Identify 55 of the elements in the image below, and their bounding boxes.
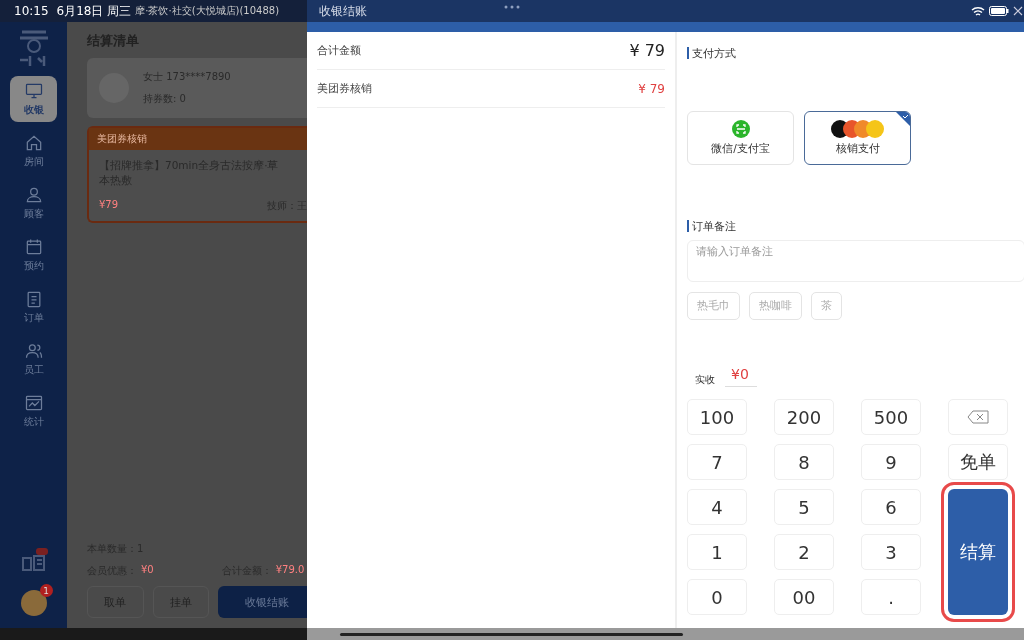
keypad-key[interactable]: 500 <box>861 399 921 435</box>
payment-option[interactable]: 微信/支付宝 <box>687 111 794 165</box>
sidebar-item[interactable]: 员工 <box>10 336 57 382</box>
keypad-key[interactable]: 3 <box>861 534 921 570</box>
home-indicator[interactable] <box>340 632 683 636</box>
summary-label: 合计金额 <box>317 43 361 58</box>
received-amount-field[interactable]: ¥0 <box>725 366 757 387</box>
coupon-header: 美团券核销 <box>89 128 307 150</box>
monitor-icon <box>23 81 44 101</box>
people-icon <box>23 341 44 361</box>
summary-amount: ¥ 79 <box>629 41 665 60</box>
discount-value: ¥0 <box>141 564 154 577</box>
keypad-key[interactable]: . <box>861 579 921 615</box>
sidebar-item[interactable]: 预约 <box>10 232 57 278</box>
section-heading: 订单备注 <box>687 220 736 232</box>
status-date: 6月18日 周三 <box>56 2 132 20</box>
keypad-key[interactable]: 5 <box>774 489 834 525</box>
keypad-key[interactable]: 7 <box>687 444 747 480</box>
note-input-field[interactable]: 请输入订单备注 <box>687 240 1024 282</box>
chart-icon <box>23 393 44 413</box>
keypad-key[interactable]: 0 <box>687 579 747 615</box>
status-time: 10:15 <box>14 4 49 18</box>
keypad-key[interactable]: 9 <box>861 444 921 480</box>
keypad-key[interactable]: 2 <box>774 534 834 570</box>
sidebar-item[interactable]: 订单 <box>10 284 57 330</box>
battery-icon <box>989 6 1009 16</box>
order-action-button[interactable]: 收银结账 <box>218 586 307 618</box>
keypad-key[interactable]: 免单 <box>948 444 1008 480</box>
drag-handle-icon[interactable] <box>504 5 520 9</box>
sidebar-item[interactable]: 统计 <box>10 388 57 434</box>
received-label: 实收 <box>695 373 715 387</box>
close-icon[interactable] <box>1013 6 1023 16</box>
summary-amount: ¥ 79 <box>638 81 665 96</box>
sidebar-item[interactable]: 顾客 <box>10 180 57 226</box>
coupon-price: ¥79 <box>99 199 119 213</box>
keypad-key[interactable]: 200 <box>774 399 834 435</box>
total-value: ¥79.0 <box>275 564 305 577</box>
keypad-key[interactable]: 100 <box>687 399 747 435</box>
modal-title: 收银结账 <box>319 2 367 20</box>
keypad-key[interactable]: 8 <box>774 444 834 480</box>
backspace-icon <box>967 409 989 424</box>
store-name: 摩·茶饮·社交(大悦城店)(10488) <box>135 4 280 18</box>
section-heading: 支付方式 <box>687 47 736 59</box>
summary-label: 美团券核销 <box>317 81 372 96</box>
sidebar-item[interactable]: 房间 <box>10 128 57 174</box>
keypad-key[interactable]: 00 <box>774 579 834 615</box>
payment-option[interactable]: 核销支付 <box>804 111 911 165</box>
notification-badge: 1 <box>39 584 53 597</box>
wifi-icon <box>971 5 985 17</box>
platform-logos-icon <box>830 120 885 138</box>
scan-icon <box>731 120 750 138</box>
keypad-key[interactable]: 6 <box>861 489 921 525</box>
check-icon <box>896 112 910 126</box>
keypad-key[interactable]: 4 <box>687 489 747 525</box>
keypad-key[interactable]: 1 <box>687 534 747 570</box>
